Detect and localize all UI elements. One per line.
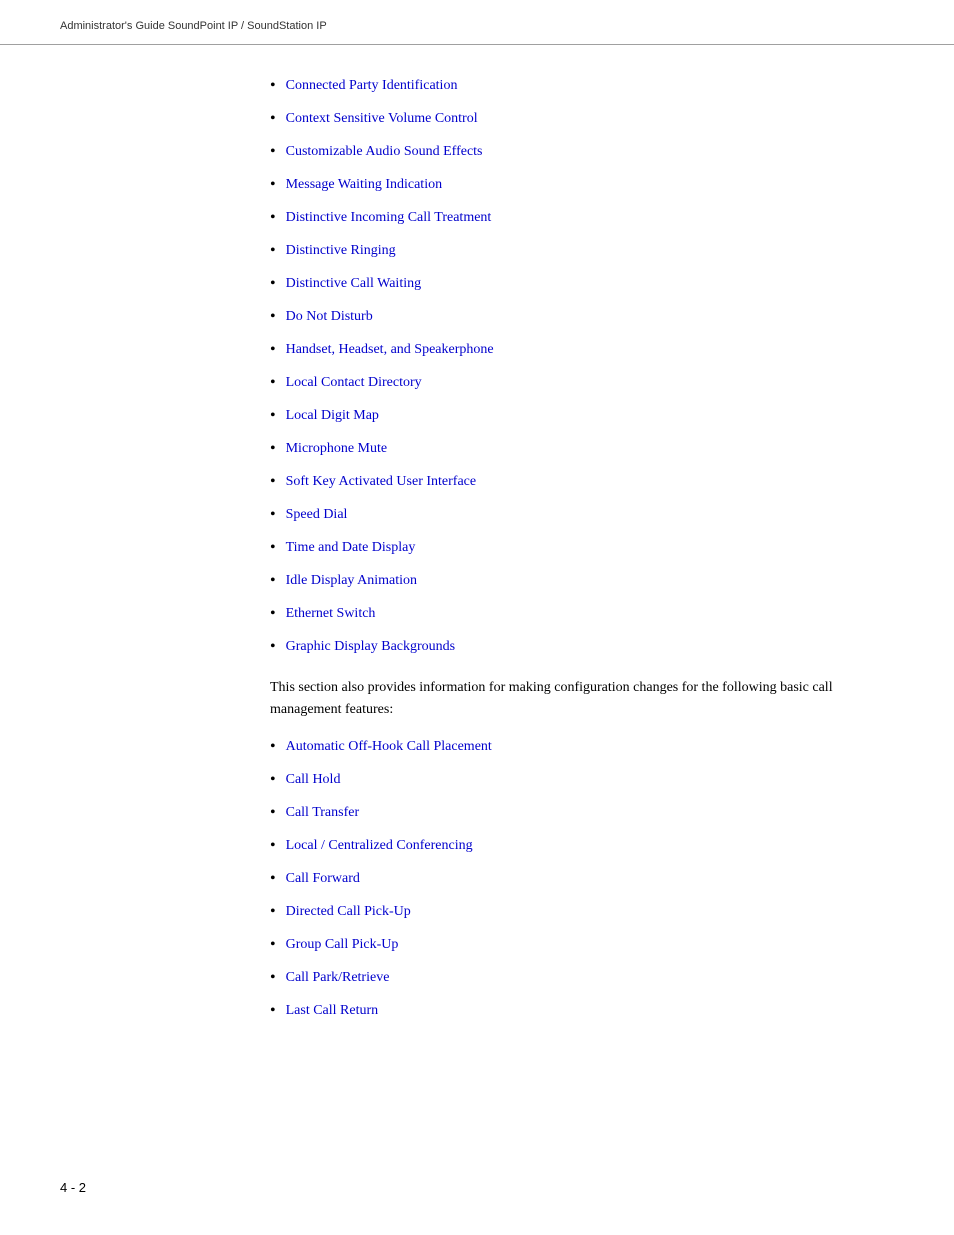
- description-paragraph: This section also provides information f…: [270, 677, 894, 722]
- bullet-icon: •: [270, 272, 276, 296]
- list-item: • Local Digit Map: [270, 405, 894, 428]
- list-item: • Call Forward: [270, 868, 894, 891]
- feature-link[interactable]: Connected Party Identification: [286, 75, 458, 96]
- header-text: Administrator's Guide SoundPoint IP / So…: [60, 20, 327, 32]
- feature-link[interactable]: Distinctive Call Waiting: [286, 273, 422, 294]
- feature-link[interactable]: Call Forward: [286, 868, 360, 889]
- feature-link[interactable]: Context Sensitive Volume Control: [286, 108, 478, 129]
- bullet-icon: •: [270, 404, 276, 428]
- feature-link[interactable]: Last Call Return: [286, 1000, 379, 1021]
- bullet-icon: •: [270, 503, 276, 527]
- feature-link[interactable]: Time and Date Display: [286, 537, 416, 558]
- feature-link[interactable]: Local / Centralized Conferencing: [286, 835, 473, 856]
- list-item: • Customizable Audio Sound Effects: [270, 141, 894, 164]
- bullet-icon: •: [270, 536, 276, 560]
- bullet-icon: •: [270, 173, 276, 197]
- bullet-icon: •: [270, 305, 276, 329]
- feature-link[interactable]: Handset, Headset, and Speakerphone: [286, 339, 494, 360]
- bullet-icon: •: [270, 900, 276, 924]
- bullet-icon: •: [270, 437, 276, 461]
- bullet-icon: •: [270, 966, 276, 990]
- bullet-icon: •: [270, 239, 276, 263]
- feature-link[interactable]: Graphic Display Backgrounds: [286, 636, 456, 657]
- list-item: • Graphic Display Backgrounds: [270, 636, 894, 659]
- bullet-icon: •: [270, 470, 276, 494]
- bullet-icon: •: [270, 801, 276, 825]
- feature-link[interactable]: Distinctive Ringing: [286, 240, 396, 261]
- list-item: • Local Contact Directory: [270, 372, 894, 395]
- bullet-icon: •: [270, 338, 276, 362]
- list-item: • Local / Centralized Conferencing: [270, 835, 894, 858]
- list-item: • Handset, Headset, and Speakerphone: [270, 339, 894, 362]
- feature-link[interactable]: Call Park/Retrieve: [286, 967, 390, 988]
- main-content: • Connected Party Identification • Context …: [0, 45, 954, 1073]
- list-item: • Ethernet Switch: [270, 603, 894, 626]
- feature-link[interactable]: Call Hold: [286, 769, 341, 790]
- list-item: • Idle Display Animation: [270, 570, 894, 593]
- page-number: 4 - 2: [60, 1180, 86, 1195]
- list-item: • Message Waiting Indication: [270, 174, 894, 197]
- bullet-icon: •: [270, 834, 276, 858]
- page-footer: 4 - 2: [60, 1180, 86, 1195]
- feature-link[interactable]: Speed Dial: [286, 504, 348, 525]
- list-item: • Call Park/Retrieve: [270, 967, 894, 990]
- bullet-icon: •: [270, 206, 276, 230]
- feature-link[interactable]: Distinctive Incoming Call Treatment: [286, 207, 492, 228]
- list-item: • Time and Date Display: [270, 537, 894, 560]
- list-item: • Microphone Mute: [270, 438, 894, 461]
- bullet-icon: •: [270, 74, 276, 98]
- list-item: • Speed Dial: [270, 504, 894, 527]
- list-item: • Call Transfer: [270, 802, 894, 825]
- list-item: • Directed Call Pick-Up: [270, 901, 894, 924]
- bullet-icon: •: [270, 602, 276, 626]
- list-item: • Soft Key Activated User Interface: [270, 471, 894, 494]
- list-item: • Do Not Disturb: [270, 306, 894, 329]
- bullet-icon: •: [270, 107, 276, 131]
- list-item: • Group Call Pick-Up: [270, 934, 894, 957]
- list-item: • Call Hold: [270, 769, 894, 792]
- bullet-icon: •: [270, 140, 276, 164]
- feature-list-1: • Connected Party Identification • Context …: [270, 75, 894, 659]
- feature-link[interactable]: Soft Key Activated User Interface: [286, 471, 476, 492]
- feature-link[interactable]: Automatic Off-Hook Call Placement: [286, 736, 492, 757]
- bullet-icon: •: [270, 735, 276, 759]
- feature-link[interactable]: Message Waiting Indication: [286, 174, 442, 195]
- list-item: • Last Call Return: [270, 1000, 894, 1023]
- feature-link[interactable]: Customizable Audio Sound Effects: [286, 141, 483, 162]
- bullet-icon: •: [270, 867, 276, 891]
- list-item: • Distinctive Call Waiting: [270, 273, 894, 296]
- feature-link[interactable]: Group Call Pick-Up: [286, 934, 399, 955]
- bullet-icon: •: [270, 569, 276, 593]
- feature-link[interactable]: Local Contact Directory: [286, 372, 422, 393]
- feature-link[interactable]: Call Transfer: [286, 802, 360, 823]
- bullet-icon: •: [270, 371, 276, 395]
- list-item: • Connected Party Identification: [270, 75, 894, 98]
- list-item: • Context Sensitive Volume Control: [270, 108, 894, 131]
- bullet-icon: •: [270, 933, 276, 957]
- feature-link[interactable]: Local Digit Map: [286, 405, 379, 426]
- feature-link[interactable]: Idle Display Animation: [286, 570, 417, 591]
- bullet-icon: •: [270, 635, 276, 659]
- page-header: Administrator's Guide SoundPoint IP / So…: [0, 0, 954, 45]
- list-item: • Automatic Off-Hook Call Placement: [270, 736, 894, 759]
- feature-link[interactable]: Do Not Disturb: [286, 306, 373, 327]
- list-item: • Distinctive Ringing: [270, 240, 894, 263]
- feature-link[interactable]: Directed Call Pick-Up: [286, 901, 411, 922]
- bullet-icon: •: [270, 999, 276, 1023]
- feature-link[interactable]: Ethernet Switch: [286, 603, 376, 624]
- feature-list-2: • Automatic Off-Hook Call Placement • Call …: [270, 736, 894, 1023]
- feature-link[interactable]: Microphone Mute: [286, 438, 387, 459]
- list-item: • Distinctive Incoming Call Treatment: [270, 207, 894, 230]
- bullet-icon: •: [270, 768, 276, 792]
